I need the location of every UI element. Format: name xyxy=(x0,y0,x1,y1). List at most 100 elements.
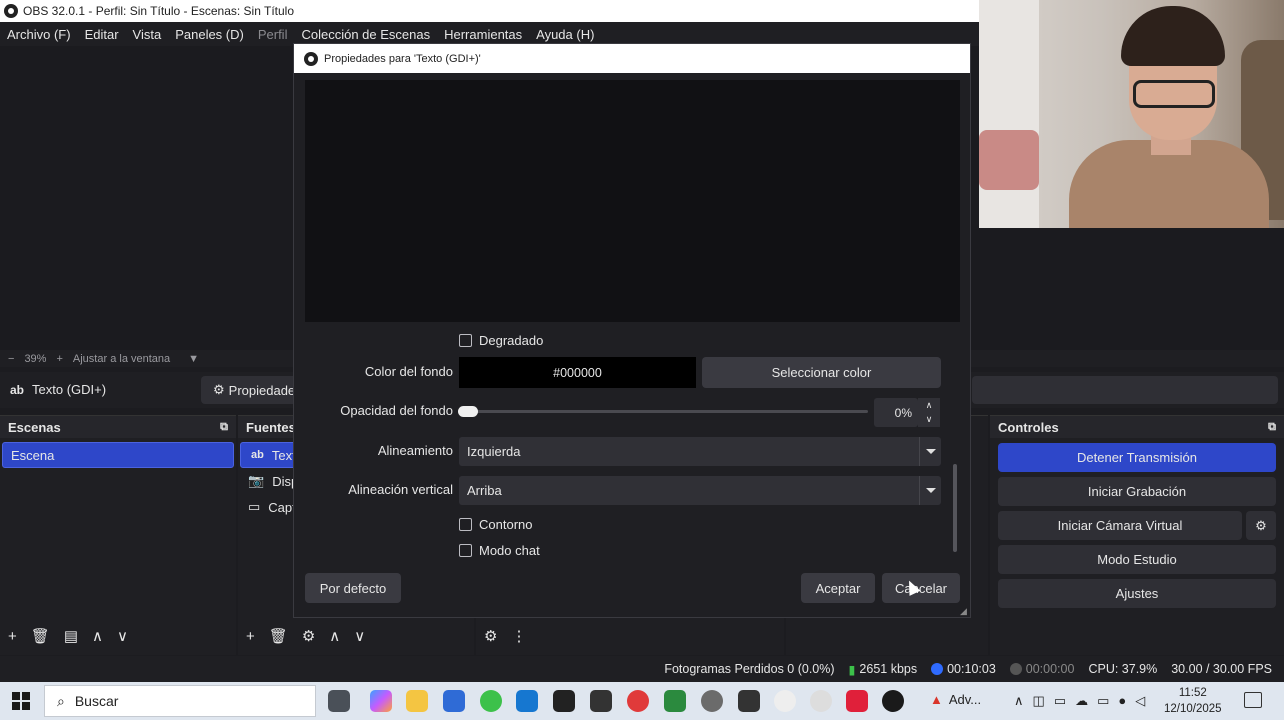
game-launcher-icon[interactable] xyxy=(590,690,612,712)
cloud-icon[interactable]: ☁ xyxy=(1075,693,1088,709)
opera-icon[interactable] xyxy=(627,690,649,712)
obs-taskbar-icon[interactable] xyxy=(882,690,904,712)
sources-toolbar: + 🗑 ⚙ ∧ ∨ xyxy=(238,621,365,651)
chat-mode-checkbox-row[interactable]: Modo chat xyxy=(459,543,540,558)
opacity-spinbox[interactable]: 0% xyxy=(874,398,918,427)
properties-scrollbar[interactable] xyxy=(953,464,957,552)
menu-view[interactable]: Vista xyxy=(133,27,162,42)
gear-icon[interactable]: ⚙ xyxy=(302,627,315,645)
accept-button[interactable]: Aceptar xyxy=(801,573,875,603)
network-icon[interactable]: ▭ xyxy=(1097,693,1109,709)
menu-help[interactable]: Ayuda (H) xyxy=(536,27,594,42)
app-icon[interactable] xyxy=(774,690,796,712)
monitor-icon: ▭ xyxy=(248,499,261,514)
resize-grip-icon[interactable]: ◢ xyxy=(960,606,967,617)
fit-window-button[interactable]: Ajustar a la ventana xyxy=(73,353,170,365)
gear-icon: ⚙ xyxy=(1255,517,1267,533)
more-icon[interactable]: ⋮ xyxy=(511,627,526,645)
gradient-checkbox-row[interactable]: Degradado xyxy=(459,333,543,348)
properties-button-label: Propiedade xyxy=(228,382,296,398)
clock[interactable]: 11:52 12/10/2025 xyxy=(1164,685,1222,717)
epic-games-icon[interactable] xyxy=(553,690,575,712)
menu-edit[interactable]: Editar xyxy=(85,27,119,42)
vertical-alignment-select[interactable]: Arriba xyxy=(459,476,941,505)
chevron-down-icon[interactable]: ∨ xyxy=(926,414,933,425)
filters-button[interactable] xyxy=(972,376,1278,404)
trash-icon[interactable]: 🗑 xyxy=(269,627,288,645)
window-title-bar: OBS 32.0.1 - Perfil: Sin Título - Escena… xyxy=(0,0,979,22)
undock-icon[interactable]: ⧉ xyxy=(1268,421,1276,434)
notification-center-icon[interactable] xyxy=(1244,692,1262,708)
capcut-icon[interactable] xyxy=(738,690,760,712)
chevron-up-icon[interactable]: ∧ xyxy=(926,400,933,411)
move-up-icon[interactable]: ∧ xyxy=(92,627,103,645)
opacity-stepper[interactable]: ∧ ∨ xyxy=(918,398,940,427)
trash-icon[interactable]: 🗑 xyxy=(31,627,50,645)
menu-profile[interactable]: Perfil xyxy=(258,27,288,42)
outline-checkbox-row[interactable]: Contorno xyxy=(459,517,532,532)
start-recording-button[interactable]: Iniciar Grabación xyxy=(998,477,1276,506)
select-color-button[interactable]: Seleccionar color xyxy=(702,357,941,388)
bg-color-label: Color del fondo xyxy=(364,364,453,379)
fps: 30.00 / 30.00 FPS xyxy=(1171,662,1272,676)
menu-file[interactable]: Archivo (F) xyxy=(7,27,71,42)
search-icon: ⌕ xyxy=(57,692,65,709)
move-down-icon[interactable]: ∨ xyxy=(354,627,365,645)
zoom-out-button[interactable]: − xyxy=(8,353,14,365)
app-icon[interactable] xyxy=(664,690,686,712)
windows-start-icon[interactable] xyxy=(12,692,30,710)
start-virtual-camera-button[interactable]: Iniciar Cámara Virtual xyxy=(998,511,1242,540)
stream-time: 00:10:03 xyxy=(947,662,996,676)
gear-icon[interactable]: ⚙ xyxy=(484,627,497,645)
scenes-toolbar: + 🗑 ▤ ∧ ∨ xyxy=(0,621,128,651)
app-icon[interactable] xyxy=(810,690,832,712)
settings-button[interactable]: Ajustes xyxy=(998,579,1276,608)
menu-docks[interactable]: Paneles (D) xyxy=(175,27,244,42)
chevron-down-icon xyxy=(919,476,941,505)
heart-app-icon[interactable] xyxy=(846,690,868,712)
spotify-icon[interactable] xyxy=(480,690,502,712)
opacity-slider-handle[interactable] xyxy=(458,406,478,417)
gradient-checkbox[interactable] xyxy=(459,334,472,347)
zoom-in-button[interactable]: + xyxy=(56,353,62,365)
tray-app-icon[interactable]: ▭ xyxy=(1054,693,1066,709)
move-up-icon[interactable]: ∧ xyxy=(329,627,340,645)
studio-mode-button[interactable]: Modo Estudio xyxy=(998,545,1276,574)
outline-checkbox[interactable] xyxy=(459,518,472,531)
cancel-button[interactable]: Cancelar xyxy=(882,573,960,603)
notification-item[interactable]: ▲ Adv... xyxy=(930,692,981,707)
store-icon[interactable] xyxy=(443,690,465,712)
virtual-camera-settings-button[interactable]: ⚙ xyxy=(1246,511,1276,540)
chat-mode-checkbox[interactable] xyxy=(459,544,472,557)
move-down-icon[interactable]: ∨ xyxy=(117,627,128,645)
opacity-slider[interactable] xyxy=(459,410,868,413)
scene-list-item[interactable]: Escena xyxy=(2,442,234,468)
taskbar-search[interactable]: ⌕ Buscar xyxy=(44,685,316,717)
menu-tools[interactable]: Herramientas xyxy=(444,27,522,42)
filter-icon[interactable]: ▤ xyxy=(64,627,78,645)
stop-streaming-button[interactable]: Detener Transmisión xyxy=(998,443,1276,472)
task-view-icon[interactable] xyxy=(328,690,350,712)
text-source-icon: ab xyxy=(10,382,25,397)
defaults-button[interactable]: Por defecto xyxy=(305,573,401,603)
camera-icon: 📷 xyxy=(248,473,265,488)
chevron-down-icon xyxy=(919,437,941,466)
volume-icon[interactable]: ◁ xyxy=(1135,693,1145,709)
copilot-icon[interactable] xyxy=(370,690,392,712)
menu-scene-collection[interactable]: Colección de Escenas xyxy=(301,27,430,42)
add-icon[interactable]: + xyxy=(246,628,255,645)
system-tray: ∧ ◫ ▭ ☁ ▭ ● ◁ xyxy=(1014,693,1145,709)
zoom-dropdown-icon[interactable]: ▼ xyxy=(188,353,199,365)
microphone-icon[interactable]: ● xyxy=(1118,693,1126,709)
app-icon[interactable] xyxy=(701,690,723,712)
add-icon[interactable]: + xyxy=(8,628,17,645)
chevron-up-icon[interactable]: ∧ xyxy=(1014,693,1024,709)
vertical-alignment-label: Alineación vertical xyxy=(348,482,453,497)
outlook-icon[interactable] xyxy=(516,690,538,712)
alignment-select[interactable]: Izquierda xyxy=(459,437,941,466)
controls-dock-title: Controles ⧉ xyxy=(990,416,1284,438)
tray-app-icon[interactable]: ◫ xyxy=(1033,693,1045,709)
undock-icon[interactable]: ⧉ xyxy=(220,421,228,434)
selected-source-name: Texto (GDI+) xyxy=(32,382,107,397)
file-explorer-icon[interactable] xyxy=(406,690,428,712)
